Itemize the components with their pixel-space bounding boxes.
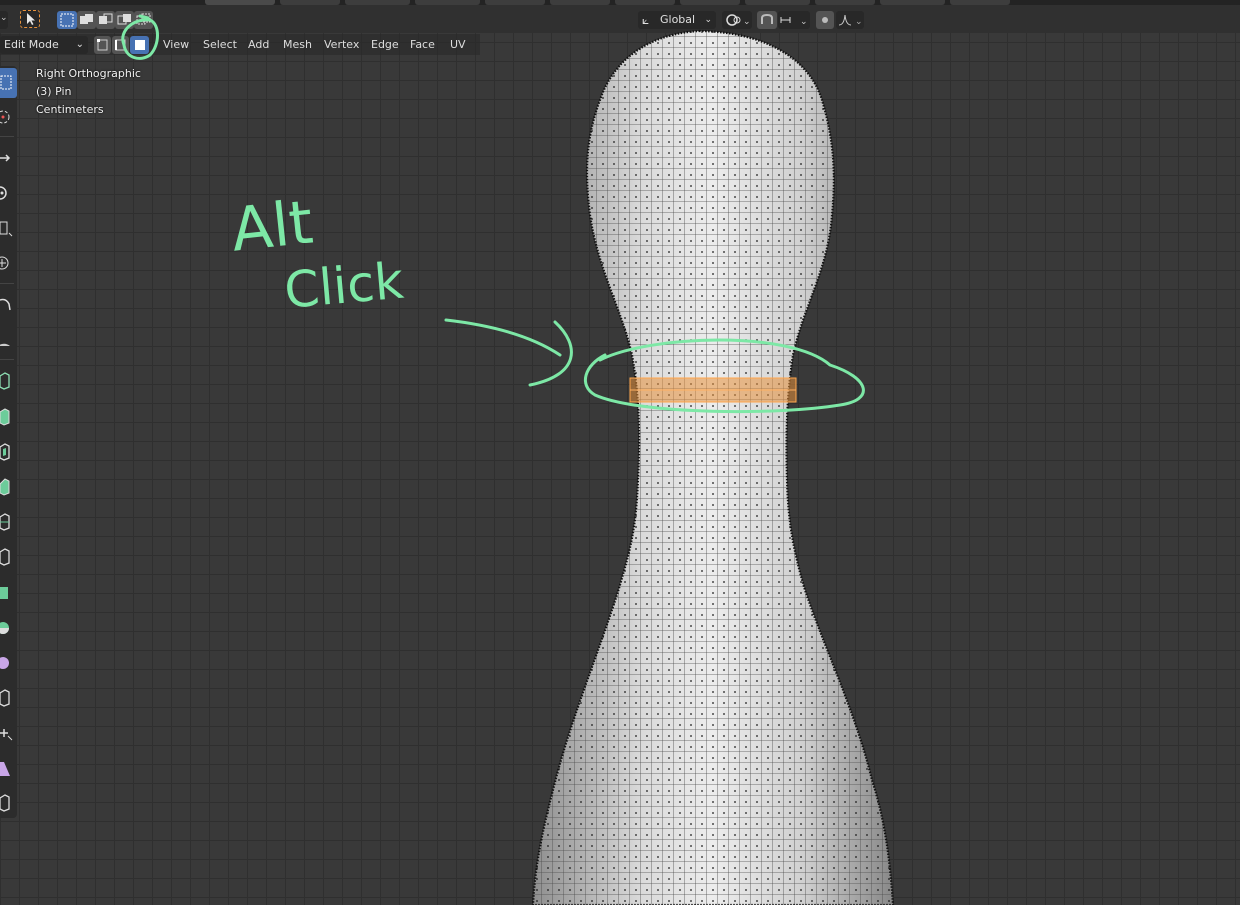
highlight-circle-face-select [121,18,159,60]
arrow-head [528,320,573,387]
highlight-ellipse-edge-loop [583,338,865,414]
annotation-click: Click [282,251,406,320]
annotation-layer [121,14,865,414]
highlight-circle-tail [138,14,150,20]
annotation-alt: Alt [228,187,317,266]
arrow-shaft [444,318,562,357]
